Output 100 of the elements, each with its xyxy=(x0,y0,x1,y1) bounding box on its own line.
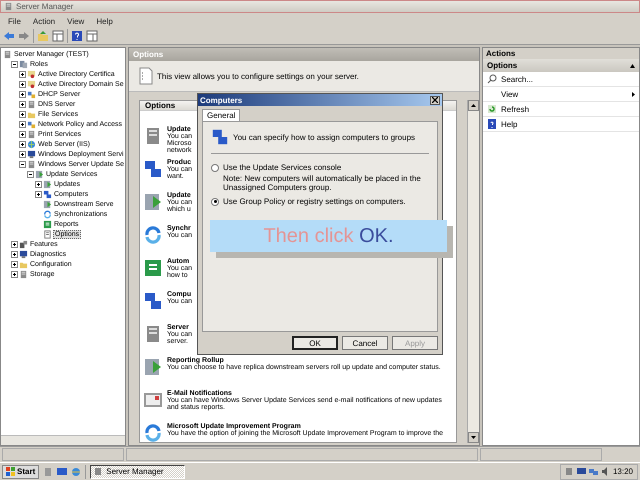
pane-command[interactable]: View xyxy=(483,87,639,102)
pane-command[interactable]: Help xyxy=(483,117,639,132)
monitor-icon xyxy=(27,150,36,158)
expand-icon[interactable] xyxy=(19,100,26,108)
radio-button[interactable] xyxy=(211,198,219,206)
menu-item[interactable]: View xyxy=(67,17,84,26)
expand-icon[interactable] xyxy=(19,70,26,78)
dialog-button[interactable]: OK xyxy=(292,336,338,350)
taskbar-button[interactable]: Server Manager xyxy=(90,464,186,478)
scroll-up-icon[interactable] xyxy=(468,100,479,111)
collapse-icon[interactable] xyxy=(19,160,26,168)
desktop-icon[interactable] xyxy=(57,466,68,476)
expand-icon[interactable] xyxy=(11,240,18,248)
pane-icon[interactable] xyxy=(86,30,98,42)
monitor-icon xyxy=(19,250,28,258)
action-label: Refresh xyxy=(501,104,530,114)
expand-icon[interactable] xyxy=(19,120,26,128)
expand-icon[interactable] xyxy=(35,180,42,188)
radio-label[interactable]: Use Group Policy or registry settings on computers. xyxy=(223,197,406,206)
update-icon xyxy=(43,200,52,208)
menu-item[interactable]: File xyxy=(8,17,21,26)
expand-icon[interactable] xyxy=(19,130,26,138)
pane-icon[interactable] xyxy=(52,30,64,42)
server-icon xyxy=(27,130,36,138)
collapse-icon[interactable] xyxy=(11,60,18,68)
action-label: View xyxy=(501,90,520,98)
intro-text: You can specify how to assign computers to groups xyxy=(233,132,416,142)
expand-icon[interactable] xyxy=(11,250,18,258)
expand-icon[interactable] xyxy=(19,90,26,98)
sync-icon xyxy=(43,210,52,218)
dialog-button[interactable]: Cancel xyxy=(342,336,388,350)
window-title: Server Manager xyxy=(16,2,74,11)
monitor-icon[interactable] xyxy=(576,467,586,476)
tab[interactable]: General xyxy=(202,109,240,121)
update-icon xyxy=(43,180,52,188)
back-icon[interactable] xyxy=(3,31,15,41)
server-icon xyxy=(4,2,13,11)
submenu-arrow-icon xyxy=(632,92,635,96)
network-icon[interactable] xyxy=(588,467,598,476)
update-icon xyxy=(143,192,163,212)
computers-icon xyxy=(143,291,163,311)
expand-icon[interactable] xyxy=(35,190,42,198)
document-icon xyxy=(139,67,153,85)
server-icon xyxy=(94,467,104,476)
expand-icon[interactable] xyxy=(19,80,26,88)
refresh-icon xyxy=(487,104,497,114)
features-icon xyxy=(19,240,28,248)
search-icon xyxy=(487,74,497,84)
pane-title: Options xyxy=(129,48,479,61)
sync-icon xyxy=(143,225,163,245)
radio-button[interactable] xyxy=(211,164,219,172)
certificate-icon xyxy=(27,80,36,88)
server-icon xyxy=(19,270,28,278)
note-text: Note: New computers will automatically be placed in the Unassigned Computers group. xyxy=(222,174,422,192)
update-icon xyxy=(143,357,163,377)
sync-icon xyxy=(143,423,163,442)
folder-icon xyxy=(27,110,36,118)
server-icon xyxy=(27,100,36,108)
report-icon xyxy=(143,258,163,278)
menu-item[interactable]: Action xyxy=(32,17,56,26)
expand-icon[interactable] xyxy=(19,140,26,148)
globe-icon xyxy=(27,140,36,148)
instruction-callout: Then click OK. xyxy=(210,220,447,252)
section-title: Options xyxy=(487,61,518,70)
windows-flag-icon xyxy=(6,467,15,476)
envelope-icon xyxy=(143,390,163,410)
document-icon xyxy=(43,230,52,238)
scroll-down-icon[interactable] xyxy=(468,432,479,443)
radio-label[interactable]: Use the Update Services console xyxy=(223,163,342,172)
network-icon xyxy=(27,90,36,98)
action-label: Help xyxy=(501,120,518,128)
help-icon xyxy=(487,119,497,129)
close-button[interactable] xyxy=(430,96,440,104)
pane-title: Actions xyxy=(483,48,639,59)
certificate-icon xyxy=(27,70,36,78)
collapse-icon[interactable] xyxy=(27,170,34,178)
expand-icon[interactable] xyxy=(11,260,18,268)
server-icon xyxy=(19,60,28,68)
clock: 13:20 xyxy=(612,467,633,476)
expand-icon[interactable] xyxy=(19,150,26,158)
server-icon xyxy=(3,50,12,58)
report-icon xyxy=(43,220,52,228)
computers-icon xyxy=(43,190,52,198)
close-icon xyxy=(432,97,438,103)
collapse-icon[interactable] xyxy=(630,64,635,68)
menu-item[interactable]: Help xyxy=(96,17,113,26)
computers-icon xyxy=(143,159,163,179)
pane-description: This view allows you to configure settings on your server. xyxy=(157,72,359,80)
action-label: Search... xyxy=(501,74,534,84)
expand-icon[interactable] xyxy=(19,110,26,118)
scroll-bar[interactable] xyxy=(467,100,479,443)
expand-icon[interactable] xyxy=(11,270,18,278)
server-icon xyxy=(27,160,36,168)
start-button[interactable]: Start xyxy=(2,464,40,478)
pane-command[interactable]: Search... xyxy=(483,72,639,87)
speaker-icon[interactable] xyxy=(600,467,610,476)
help-icon[interactable] xyxy=(71,30,83,42)
scroll-bar[interactable] xyxy=(1,435,125,445)
pane-command[interactable]: Refresh xyxy=(483,102,639,117)
computers-icon xyxy=(211,128,229,146)
